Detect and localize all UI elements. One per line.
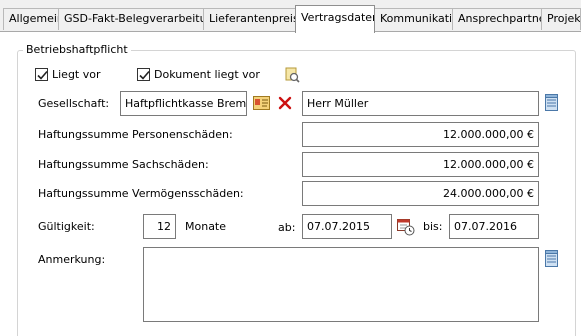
tab-lieferantenpreise[interactable]: Lieferantenpreise <box>203 8 296 30</box>
dokument-liegt-vor-label: Dokument liegt vor <box>154 68 260 81</box>
personenschaeden-label: Haftungssumme Personenschäden: <box>38 128 233 141</box>
notepad-icon[interactable] <box>544 94 560 112</box>
sachschaeden-field[interactable]: 12.000.000,00 € <box>302 152 539 177</box>
address-card-icon[interactable] <box>253 96 270 110</box>
tab-vertragsdaten[interactable]: Vertragsdaten <box>295 5 375 33</box>
gueltigkeit-label: Gültigkeit: <box>38 220 95 233</box>
sachschaeden-label: Haftungssumme Sachschäden: <box>38 158 209 171</box>
tab-gsd-fakt-belegverarbeitung[interactable]: GSD-Fakt-Belegverarbeitung <box>58 8 204 30</box>
ansprechpartner-field[interactable]: Herr Müller <box>302 91 539 116</box>
dokument-liegt-vor-checkbox[interactable] <box>137 68 150 81</box>
document-search-icon[interactable] <box>284 67 300 83</box>
vermoegensschaeden-label: Haftungssumme Vermögensschäden: <box>38 187 244 200</box>
personenschaeden-field[interactable]: 12.000.000,00 € <box>302 122 539 147</box>
checkmark-icon <box>139 70 150 80</box>
liegt-vor-checkbox[interactable] <box>35 68 48 81</box>
bis-label: bis: <box>423 220 443 233</box>
gesellschaft-field[interactable]: Haftpflichtkasse Bremen <box>120 91 247 116</box>
liegt-vor-label: Liegt vor <box>52 68 101 81</box>
gesellschaft-label: Gesellschaft: <box>38 97 110 110</box>
tab-allgemein[interactable]: Allgemein <box>3 8 59 30</box>
tab-bar: Allgemein GSD-Fakt-Belegverarbeitung Lie… <box>0 0 581 33</box>
tab-panel-vertragsdaten: Betriebshaftpflicht Liegt vor Dokument l… <box>0 32 581 336</box>
calendar-clock-icon[interactable] <box>397 218 415 236</box>
tab-projekte[interactable]: Projekte <box>541 8 581 30</box>
notepad-icon[interactable] <box>544 250 560 268</box>
anmerkung-textarea[interactable] <box>143 247 539 322</box>
tab-kommunikation[interactable]: Kommunikation <box>374 8 453 30</box>
bis-date-field[interactable]: 07.07.2016 <box>449 214 539 239</box>
checkmark-icon <box>37 70 48 80</box>
tab-ansprechpartner[interactable]: Ansprechpartner <box>452 8 542 30</box>
ab-label: ab: <box>278 221 296 234</box>
delete-icon[interactable] <box>278 96 292 110</box>
anmerkung-label: Anmerkung: <box>38 253 106 266</box>
ab-date-field[interactable]: 07.07.2015 <box>302 214 392 239</box>
section-title: Betriebshaftpflicht <box>23 43 131 56</box>
monate-label: Monate <box>185 220 227 233</box>
vermoegensschaeden-field[interactable]: 24.000.000,00 € <box>302 181 539 206</box>
gueltigkeit-monate-field[interactable]: 12 <box>143 214 176 239</box>
